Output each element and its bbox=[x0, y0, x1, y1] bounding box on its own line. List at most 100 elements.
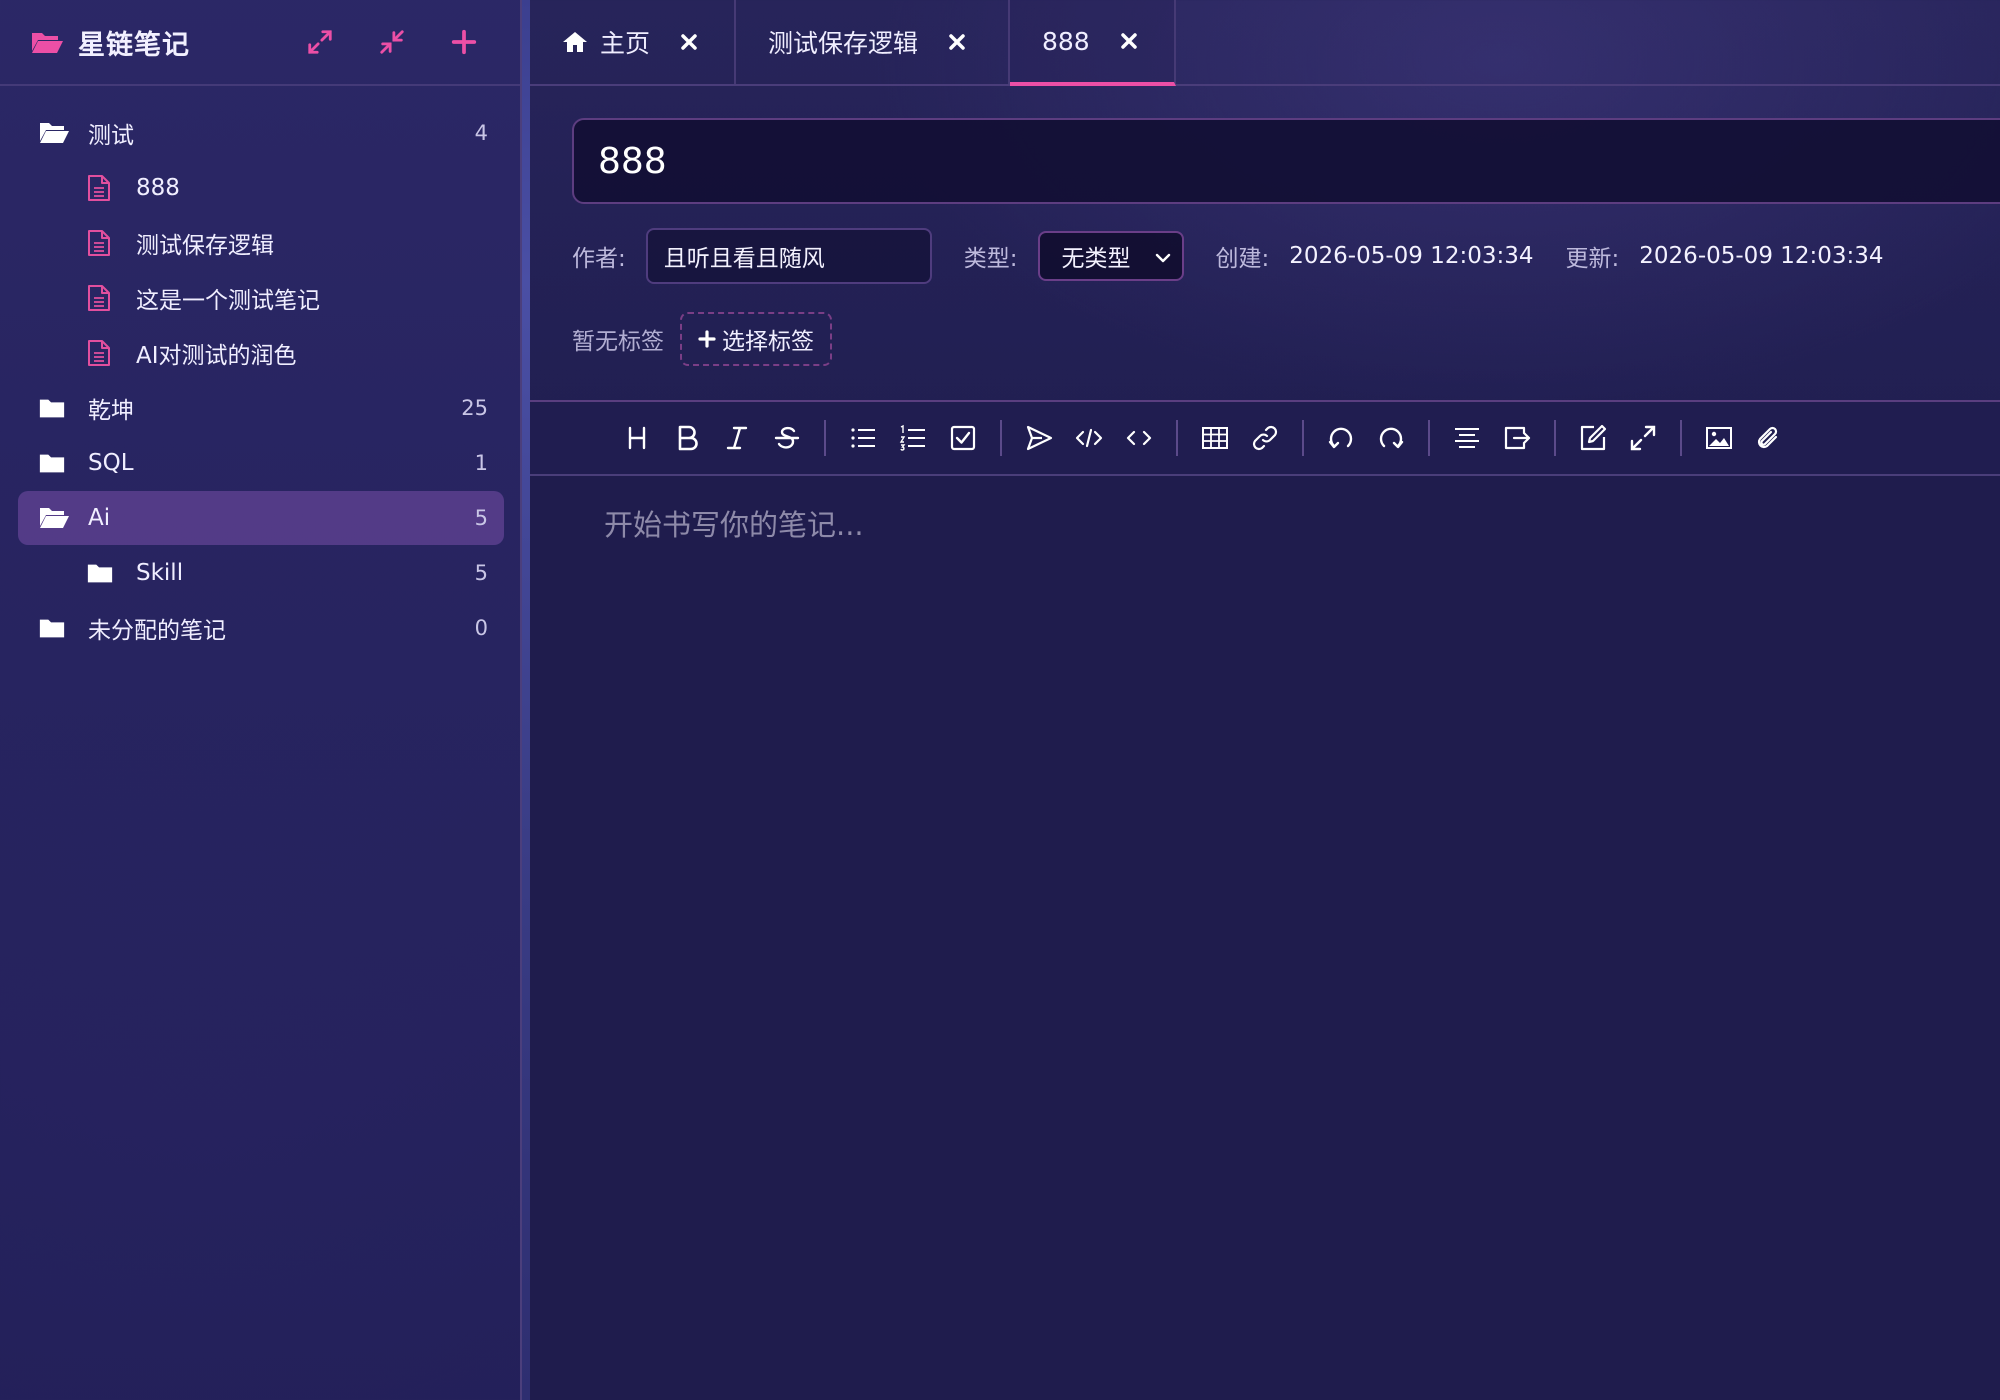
align-button[interactable] bbox=[1442, 413, 1492, 463]
author-label: 作者: bbox=[572, 246, 626, 272]
folder-icon bbox=[38, 395, 70, 421]
link-button[interactable] bbox=[1240, 413, 1290, 463]
note-title-input[interactable]: 888 bbox=[572, 118, 2000, 204]
home-icon bbox=[563, 32, 587, 52]
quote-button[interactable] bbox=[1014, 413, 1064, 463]
tree-count: 5 bbox=[474, 506, 488, 530]
tab-888[interactable]: 888 bbox=[1010, 0, 1176, 86]
tree-note-ai-polish[interactable]: AI对测试的润色 bbox=[18, 326, 504, 380]
bullet-list-icon bbox=[851, 428, 875, 448]
tree-folder-ceshi[interactable]: 测试 4 bbox=[18, 106, 504, 160]
inline-code-button[interactable] bbox=[1114, 413, 1164, 463]
tree-count: 4 bbox=[474, 121, 488, 145]
table-button[interactable] bbox=[1190, 413, 1240, 463]
tab-bar: 主页 测试保存逻辑 888 bbox=[530, 0, 2000, 86]
tree-folder-qiankun[interactable]: 乾坤 25 bbox=[18, 381, 504, 435]
strikethrough-button[interactable] bbox=[762, 413, 812, 463]
toolbar-divider bbox=[1176, 420, 1178, 456]
tree-folder-skill[interactable]: Skill 5 bbox=[18, 546, 504, 600]
folder-icon bbox=[38, 615, 70, 641]
folder-icon bbox=[38, 450, 70, 476]
checklist-button[interactable] bbox=[938, 413, 988, 463]
export-button[interactable] bbox=[1492, 413, 1542, 463]
tab-label: 主页 bbox=[600, 29, 651, 58]
bold-button[interactable] bbox=[662, 413, 712, 463]
tree-label: SQL bbox=[88, 450, 134, 476]
note-icon bbox=[86, 285, 118, 311]
tree-note-test-note[interactable]: 这是一个测试笔记 bbox=[18, 271, 504, 325]
select-tags-label: 选择标签 bbox=[722, 329, 814, 355]
edit-mode-button[interactable] bbox=[1568, 413, 1618, 463]
inline-code-icon bbox=[1126, 430, 1152, 446]
main-panel: 主页 测试保存逻辑 888 888 作者: 且听且看且随风 类型: 无类型 创建… bbox=[530, 0, 2000, 1400]
tree-label: Ai bbox=[88, 505, 111, 531]
bold-icon bbox=[678, 425, 698, 451]
tree-count: 5 bbox=[474, 561, 488, 585]
updated-label: 更新: bbox=[1565, 246, 1620, 272]
close-icon[interactable] bbox=[680, 33, 698, 51]
undo-button[interactable] bbox=[1316, 413, 1366, 463]
expand-icon bbox=[308, 30, 332, 54]
note-icon bbox=[86, 175, 118, 201]
chevron-down-icon bbox=[1155, 253, 1170, 263]
bullet-list-button[interactable] bbox=[838, 413, 888, 463]
no-tags-text: 暂无标签 bbox=[572, 329, 664, 355]
ordered-list-button[interactable] bbox=[888, 413, 938, 463]
folder-tree: 测试 4 888 测试保存逻辑 这是一个测试笔记 AI对测试的润色 乾坤 25 … bbox=[0, 86, 520, 655]
note-icon bbox=[86, 230, 118, 256]
tab-home[interactable]: 主页 bbox=[530, 0, 736, 84]
sidebar: 星链笔记 测试 4 888 测试保存逻辑 这是一个测试笔记 AI对测试的润色 乾… bbox=[0, 0, 522, 1400]
tree-folder-sql[interactable]: SQL 1 bbox=[18, 436, 504, 490]
expand-all-button[interactable] bbox=[302, 24, 338, 60]
add-button[interactable] bbox=[446, 24, 482, 60]
app-title: 星链笔记 bbox=[78, 29, 190, 61]
close-icon[interactable] bbox=[1120, 32, 1138, 50]
folder-open-icon bbox=[38, 505, 70, 531]
toolbar-divider bbox=[1554, 420, 1556, 456]
tags-row: 暂无标签 选择标签 bbox=[572, 312, 832, 366]
collapse-icon bbox=[380, 30, 404, 54]
sidebar-resize-handle[interactable] bbox=[522, 0, 530, 1400]
strikethrough-icon bbox=[774, 426, 800, 449]
tab-save-logic[interactable]: 测试保存逻辑 bbox=[736, 0, 1010, 84]
code-block-button[interactable] bbox=[1064, 413, 1114, 463]
note-meta: 作者: 且听且看且随风 类型: 无类型 创建: 2026-05-09 12:03… bbox=[572, 228, 1916, 284]
author-input[interactable]: 且听且看且随风 bbox=[645, 228, 932, 284]
tree-count: 1 bbox=[474, 451, 488, 475]
folder-icon bbox=[86, 560, 118, 586]
image-button[interactable] bbox=[1694, 413, 1744, 463]
code-block-icon bbox=[1075, 428, 1103, 448]
tree-note-save-logic[interactable]: 测试保存逻辑 bbox=[18, 216, 504, 270]
undo-icon bbox=[1328, 427, 1353, 449]
toolbar-divider bbox=[824, 420, 826, 456]
tree-label: 测试保存逻辑 bbox=[136, 233, 274, 259]
editor-placeholder: 开始书写你的笔记... bbox=[604, 508, 864, 542]
type-value: 无类型 bbox=[1061, 246, 1131, 272]
tree-folder-ai[interactable]: Ai 5 bbox=[18, 491, 504, 545]
ordered-list-icon bbox=[899, 424, 925, 451]
fullscreen-button[interactable] bbox=[1618, 413, 1668, 463]
tree-label: 未分配的笔记 bbox=[88, 618, 226, 644]
align-center-icon bbox=[1455, 428, 1479, 448]
attachment-button[interactable] bbox=[1744, 413, 1794, 463]
toolbar-divider bbox=[1000, 420, 1002, 456]
toolbar-divider bbox=[1428, 420, 1430, 456]
tree-folder-unassigned[interactable]: 未分配的笔记 0 bbox=[18, 601, 504, 655]
heading-button[interactable] bbox=[612, 413, 662, 463]
close-icon[interactable] bbox=[948, 33, 966, 51]
tree-note-888[interactable]: 888 bbox=[18, 161, 504, 215]
toolbar-divider bbox=[1302, 420, 1304, 456]
markdown-editor[interactable]: 开始书写你的笔记... bbox=[530, 400, 2000, 1400]
italic-button[interactable] bbox=[712, 413, 762, 463]
paperclip-icon bbox=[1757, 426, 1778, 449]
created-value: 2026-05-09 12:03:34 bbox=[1289, 243, 1534, 269]
collapse-all-button[interactable] bbox=[374, 24, 410, 60]
redo-button[interactable] bbox=[1366, 413, 1416, 463]
type-select[interactable]: 无类型 bbox=[1037, 231, 1184, 281]
select-tags-button[interactable]: 选择标签 bbox=[680, 312, 832, 366]
type-label: 类型: bbox=[963, 246, 1018, 272]
tree-label: 乾坤 bbox=[88, 398, 134, 424]
italic-icon bbox=[726, 426, 748, 450]
tab-label: 测试保存逻辑 bbox=[768, 29, 919, 58]
redo-icon bbox=[1379, 427, 1404, 449]
